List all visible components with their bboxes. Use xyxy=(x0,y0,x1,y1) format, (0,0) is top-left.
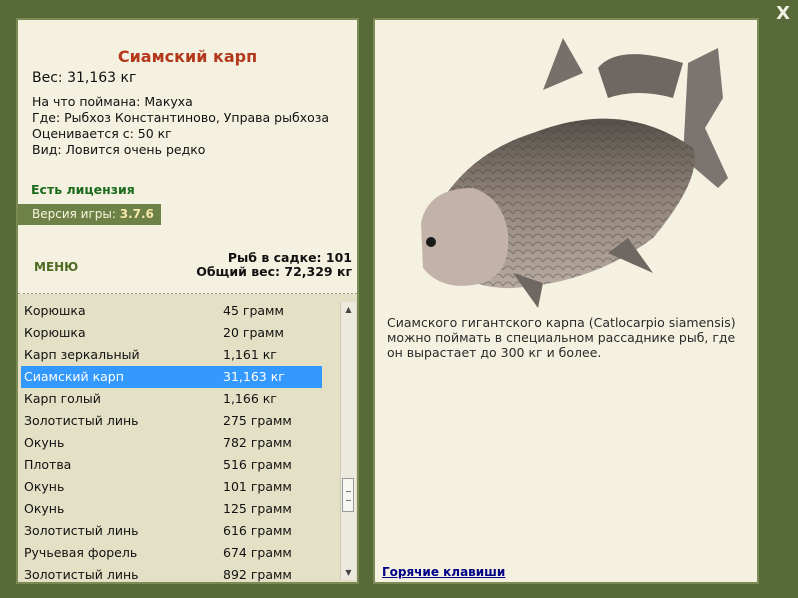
fish-name: Корюшка xyxy=(24,325,86,340)
version-label: Версия игры: xyxy=(32,207,116,221)
list-item[interactable]: Окунь 125 грамм xyxy=(18,498,338,520)
fish-name: Окунь xyxy=(24,435,65,450)
fish-name: Золотистый линь xyxy=(24,523,139,538)
list-item[interactable]: Сиамский карп 31,163 кг xyxy=(21,366,322,388)
fish-name: Золотистый линь xyxy=(24,413,139,428)
catch-list-panel: Корюшка 45 грамм Корюшка 20 грамм Карп зерка… xyxy=(16,294,359,584)
catch-list[interactable]: Корюшка 45 грамм Корюшка 20 грамм Карп зерка… xyxy=(18,300,338,582)
fish-name: Плотва xyxy=(24,457,72,472)
fish-details: На что поймана: Макуха Где: Рыбхоз Конст… xyxy=(32,94,329,158)
list-scrollbar[interactable]: ▲ ▼ xyxy=(340,302,356,580)
hotkeys-link[interactable]: Горячие клавиши xyxy=(382,565,505,579)
fish-description: Сиамского гигантского карпа (Catlocarpio… xyxy=(387,315,736,360)
fish-image xyxy=(421,38,728,308)
fish-weight: Вес: 31,163 кг xyxy=(32,70,137,86)
fish-weight: 616 грамм xyxy=(223,523,292,538)
net-stats: Рыб в садке: 101 Общий вес: 72,329 кг xyxy=(196,251,352,279)
list-item[interactable]: Золотистый линь 616 грамм xyxy=(18,520,338,542)
list-item[interactable]: Карп зеркальный 1,161 кг xyxy=(18,344,338,366)
fish-name: Карп голый xyxy=(24,391,101,406)
fish-name: Корюшка xyxy=(24,303,86,318)
value-info: Оценивается с: 50 кг xyxy=(32,126,172,141)
fish-weight: 31,163 кг xyxy=(223,369,285,384)
list-item[interactable]: Корюшка 20 грамм xyxy=(18,322,338,344)
fish-weight: 1,161 кг xyxy=(223,347,277,362)
list-item[interactable]: Плотва 516 грамм xyxy=(18,454,338,476)
version-badge: Версия игры: 3.7.6 xyxy=(18,204,161,225)
fish-name: Окунь xyxy=(24,501,65,516)
fish-weight: 45 грамм xyxy=(223,303,284,318)
fish-weight: 20 грамм xyxy=(223,325,284,340)
location-info: Где: Рыбхоз Константиново, Управа рыбхоз… xyxy=(32,110,330,125)
scroll-down-icon[interactable]: ▼ xyxy=(341,565,356,580)
fish-name: Сиамский карп xyxy=(24,369,124,384)
fish-detail-panel: Сиамского гигантского карпа (Catlocarpio… xyxy=(373,18,759,584)
list-item[interactable]: Ручьевая форель 674 грамм xyxy=(18,542,338,564)
fish-info-panel: Сиамский карп Вес: 31,163 кг На что пойм… xyxy=(16,18,359,295)
rarity-info: Вид: Ловится очень редко xyxy=(32,142,206,157)
fish-title: Сиамский карп xyxy=(117,47,258,66)
fish-weight: 516 грамм xyxy=(223,457,292,472)
fish-name: Золотистый линь xyxy=(24,567,139,582)
list-item[interactable]: Золотистый линь 892 грамм xyxy=(18,564,338,582)
fish-weight: 125 грамм xyxy=(223,501,292,516)
version-value: 3.7.6 xyxy=(119,207,154,221)
fish-weight: 1,166 кг xyxy=(223,391,277,406)
list-item[interactable]: Карп голый 1,166 кг xyxy=(18,388,338,410)
scroll-up-icon[interactable]: ▲ xyxy=(341,302,356,317)
fish-weight: 101 грамм xyxy=(223,479,292,494)
menu-button[interactable]: МЕНЮ xyxy=(34,260,78,274)
bait-info: На что поймана: Макуха xyxy=(32,94,193,109)
fish-name: Карп зеркальный xyxy=(24,347,140,362)
license-status: Есть лицензия xyxy=(31,182,135,197)
fish-count: Рыб в садке: 101 xyxy=(227,250,352,265)
fish-weight: 782 грамм xyxy=(223,435,292,450)
list-item[interactable]: Корюшка 45 грамм xyxy=(18,300,338,322)
list-item[interactable]: Окунь 101 грамм xyxy=(18,476,338,498)
fish-weight: 892 грамм xyxy=(223,567,292,582)
list-item[interactable]: Окунь 782 грамм xyxy=(18,432,338,454)
fish-weight: 275 грамм xyxy=(223,413,292,428)
fish-weight: 674 грамм xyxy=(223,545,292,560)
list-item[interactable]: Золотистый линь 275 грамм xyxy=(18,410,338,432)
close-button[interactable]: X xyxy=(776,4,790,24)
fish-name: Окунь xyxy=(24,479,65,494)
fish-name: Ручьевая форель xyxy=(24,545,138,560)
total-weight: Общий вес: 72,329 кг xyxy=(196,264,352,279)
scroll-thumb[interactable] xyxy=(342,478,354,512)
